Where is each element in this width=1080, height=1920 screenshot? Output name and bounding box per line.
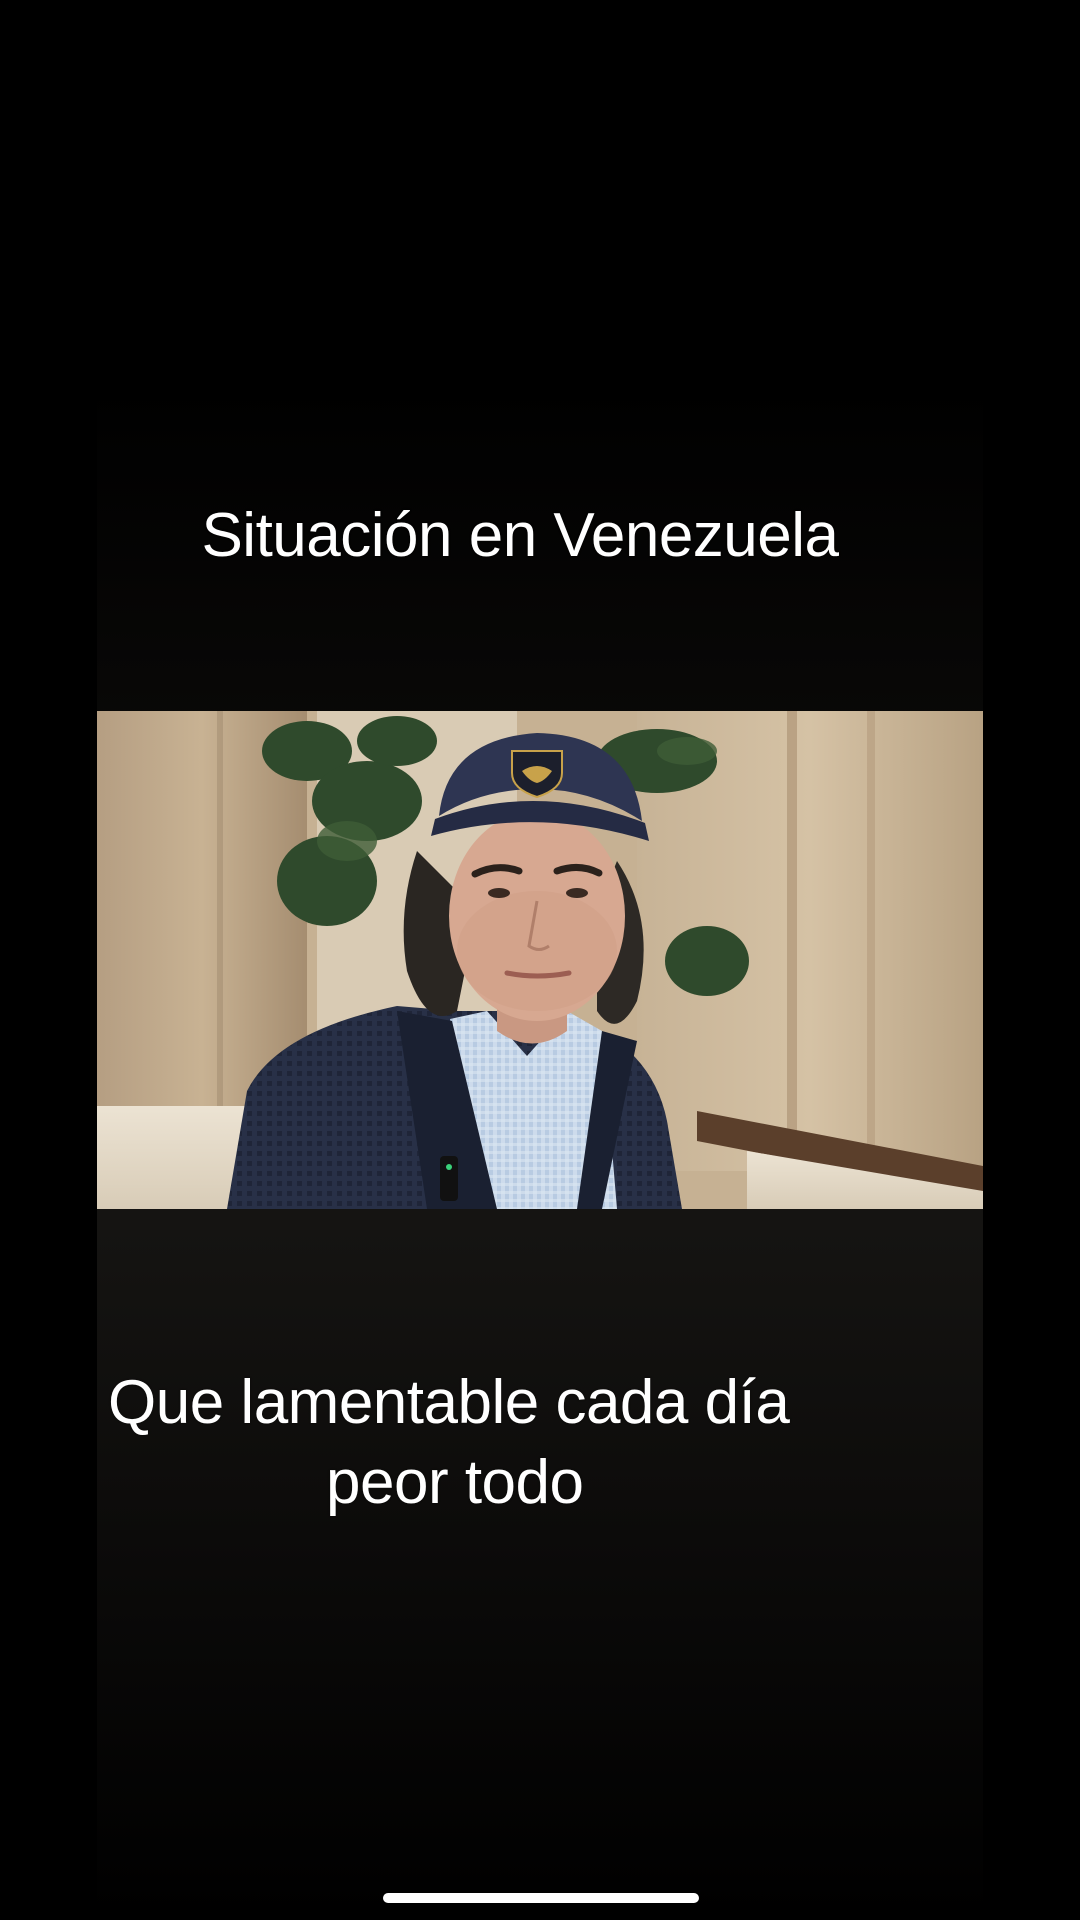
home-indicator[interactable] — [383, 1893, 699, 1903]
app-screen: Situación en Venezuela Que lamentable ca… — [0, 0, 1080, 1920]
video-frame-image — [97, 711, 983, 1209]
caption-title: Situación en Venezuela — [201, 501, 839, 570]
caption-comment-line-2: peor todo — [326, 1448, 584, 1517]
caption-comment-line-1: Que lamentable cada día — [108, 1368, 790, 1437]
video-player[interactable] — [97, 711, 983, 1209]
